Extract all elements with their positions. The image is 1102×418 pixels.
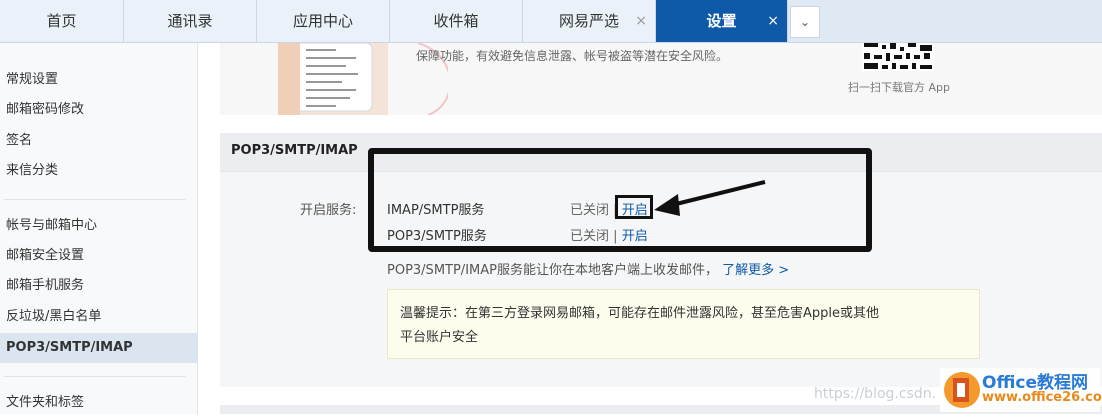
qr-caption: 扫一扫下载官方 App xyxy=(848,81,950,94)
tab-label: 应用中心 xyxy=(292,12,353,30)
settings-sidebar: 常规设置 邮箱密码修改 签名 来信分类 帐号与邮箱中心 邮箱安全设置 邮箱手机服… xyxy=(0,43,198,414)
learn-more-link[interactable]: 了解更多 > xyxy=(722,263,789,278)
tip-line: 平台账户安全 xyxy=(400,330,479,345)
qr-code-icon xyxy=(862,43,934,71)
promo-text: 保障功能，有效避免信息泄露、帐号被盗等潜在安全风险。 xyxy=(416,49,729,63)
tab-label: 通讯录 xyxy=(167,12,213,30)
tab-app-center[interactable]: 应用中心 xyxy=(257,0,390,42)
sidebar-item-account-center[interactable]: 帐号与邮箱中心 xyxy=(0,211,197,241)
section-title: POP3/SMTP/IMAP xyxy=(231,143,358,158)
close-icon[interactable]: × xyxy=(767,0,779,42)
sidebar-item-password[interactable]: 邮箱密码修改 xyxy=(0,95,197,125)
sidebar-item-antispam[interactable]: 反垃圾/黑白名单 xyxy=(0,302,197,332)
security-tip-box: 温馨提示：在第三方登录网易邮箱，可能存在邮件泄露风险，甚至危害Apple或其他 … xyxy=(387,289,980,359)
app-promo-panel: 保障功能，有效避免信息泄露、帐号被盗等潜在安全风险。 扫一扫下载官方 App xyxy=(220,43,1102,115)
annotation-arrow-icon xyxy=(654,180,766,216)
chevron-down-icon[interactable]: ⌄ xyxy=(790,6,820,38)
tab-settings[interactable]: 设置 × xyxy=(656,0,788,42)
close-icon[interactable]: × xyxy=(635,0,647,42)
open-service-label: 开启服务: xyxy=(300,203,357,218)
sidebar-divider xyxy=(4,376,186,377)
sidebar-item-mobile-service[interactable]: 邮箱手机服务 xyxy=(0,271,197,301)
tab-contacts[interactable]: 通讯录 xyxy=(124,0,257,42)
tab-inbox[interactable]: 收件箱 xyxy=(390,0,523,42)
csdn-watermark: https://blog.csdn. xyxy=(814,386,937,402)
tab-label: 收件箱 xyxy=(433,12,479,30)
tip-line: 温馨提示：在第三方登录网易邮箱，可能存在邮件泄露风险，甚至危害Apple或其他 xyxy=(400,306,880,321)
tab-label: 设置 xyxy=(706,12,737,30)
sidebar-item-pop3-smtp-imap[interactable]: POP3/SMTP/IMAP xyxy=(0,333,197,363)
sidebar-item-signature[interactable]: 签名 xyxy=(0,126,197,156)
sidebar-divider xyxy=(4,199,186,200)
tab-home[interactable]: 首页 xyxy=(0,0,124,42)
service-description: POP3/SMTP/IMAP服务能让你在本地客户端上收发邮件， 了解更多 > xyxy=(387,259,789,278)
tab-label: 网易严选 xyxy=(558,12,619,30)
tab-label: 首页 xyxy=(46,12,77,30)
url-watermark: www.office26.com xyxy=(982,390,1102,405)
sidebar-item-general[interactable]: 常规设置 xyxy=(0,65,197,95)
description-text: POP3/SMTP/IMAP服务能让你在本地客户端上收发邮件， xyxy=(387,263,718,278)
top-tab-bar: 首页 通讯录 应用中心 收件箱 网易严选 × 设置 × ⌄ xyxy=(0,0,1102,43)
highlight-box-enable xyxy=(615,195,653,219)
sidebar-item-mail-filter[interactable]: 来信分类 xyxy=(0,156,197,186)
tab-yanxuan[interactable]: 网易严选 × xyxy=(523,0,656,42)
sidebar-item-security[interactable]: 邮箱安全设置 xyxy=(0,241,197,271)
